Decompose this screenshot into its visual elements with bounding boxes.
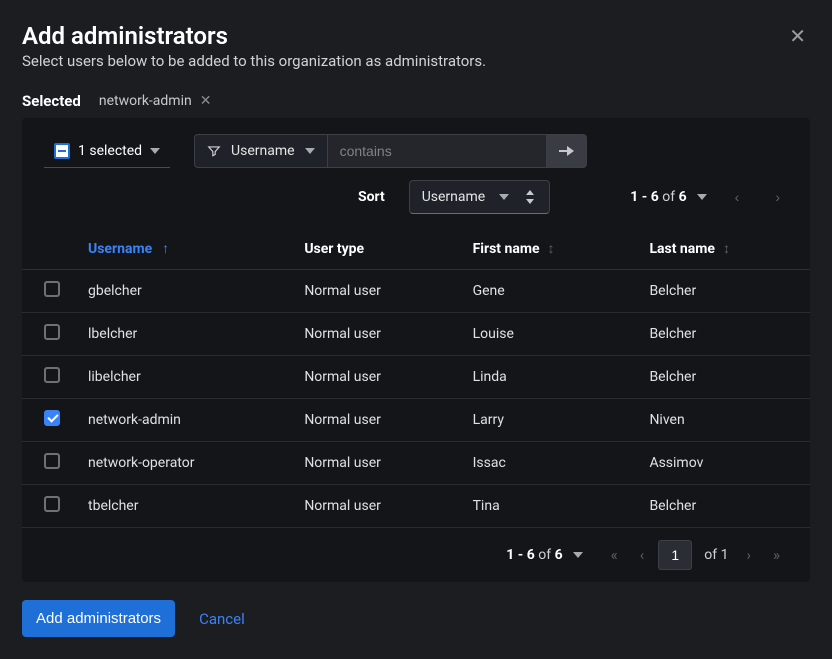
sort-asc-icon: ↑	[162, 241, 169, 257]
cell-usertype: Normal user	[290, 399, 458, 442]
table-row: libelcherNormal userLindaBelcher	[22, 356, 810, 399]
next-page-button[interactable]: ›	[767, 183, 788, 211]
column-lastname[interactable]: Last name↕	[635, 228, 810, 270]
prev-page-button[interactable]: ‹	[727, 183, 748, 211]
cancel-button[interactable]: Cancel	[199, 610, 245, 628]
add-administrators-button[interactable]: Add administrators	[22, 600, 175, 637]
prev-page-button[interactable]: ‹	[632, 542, 653, 568]
remove-chip-icon[interactable]: ✕	[200, 93, 212, 109]
row-checkbox[interactable]	[44, 324, 60, 340]
cell-usertype: Normal user	[290, 442, 458, 485]
row-checkbox[interactable]	[44, 496, 60, 512]
page-of-label: of 1	[704, 547, 728, 563]
cell-username: libelcher	[74, 356, 290, 399]
filter-value-input[interactable]	[327, 134, 547, 168]
column-usertype[interactable]: User type	[290, 228, 458, 270]
row-checkbox[interactable]	[44, 453, 60, 469]
cell-firstname: Issac	[459, 442, 636, 485]
row-checkbox[interactable]	[44, 410, 60, 426]
selection-dropdown[interactable]: 1 selected	[44, 135, 170, 168]
modal-title: Add administrators	[22, 22, 810, 50]
table-row: lbelcherNormal userLouiseBelcher	[22, 313, 810, 356]
cell-usertype: Normal user	[290, 356, 458, 399]
chevron-down-icon	[150, 148, 160, 154]
filter-icon	[207, 144, 221, 158]
table-row: gbelcherNormal userGeneBelcher	[22, 270, 810, 313]
cell-username: gbelcher	[74, 270, 290, 313]
cell-lastname: Belcher	[635, 485, 810, 528]
result-range: 1 - 6 of 6	[630, 189, 706, 205]
cell-lastname: Belcher	[635, 313, 810, 356]
cell-usertype: Normal user	[290, 485, 458, 528]
sort-icon: ↕	[723, 241, 730, 257]
cell-lastname: Belcher	[635, 270, 810, 313]
page-input[interactable]	[658, 540, 692, 570]
cell-username: lbelcher	[74, 313, 290, 356]
next-page-button[interactable]: ›	[738, 542, 759, 568]
selection-summary: 1 selected	[78, 143, 142, 159]
first-page-button[interactable]: «	[603, 542, 626, 568]
last-page-button[interactable]: »	[765, 542, 788, 568]
table-row: network-adminNormal userLarryNiven	[22, 399, 810, 442]
chevron-down-icon[interactable]	[697, 194, 707, 200]
cell-username: network-operator	[74, 442, 290, 485]
cell-username: network-admin	[74, 399, 290, 442]
column-firstname[interactable]: First name↕	[459, 228, 636, 270]
chevron-down-icon	[305, 148, 315, 154]
modal-subtitle: Select users below to be added to this o…	[22, 52, 810, 70]
row-checkbox[interactable]	[44, 281, 60, 297]
selected-chip-text: network-admin	[99, 93, 192, 109]
cell-lastname: Niven	[635, 399, 810, 442]
sort-field-dropdown[interactable]: Username	[409, 180, 551, 214]
cell-firstname: Tina	[459, 485, 636, 528]
sort-label: Sort	[358, 189, 385, 205]
chevron-down-icon[interactable]	[573, 552, 583, 558]
cell-firstname: Larry	[459, 399, 636, 442]
sort-direction-icon[interactable]	[523, 190, 537, 204]
cell-firstname: Gene	[459, 270, 636, 313]
cell-lastname: Assimov	[635, 442, 810, 485]
sort-icon: ↕	[548, 241, 555, 257]
cell-username: tbelcher	[74, 485, 290, 528]
table-row: network-operatorNormal userIssacAssimov	[22, 442, 810, 485]
selected-label: Selected	[22, 92, 81, 110]
pager-range: 1 - 6 of 6	[506, 547, 582, 563]
filter-field-label: Username	[231, 143, 295, 159]
cell-usertype: Normal user	[290, 270, 458, 313]
indeterminate-checkbox-icon	[54, 143, 70, 159]
column-username[interactable]: Username↑	[74, 228, 290, 270]
sort-field-value: Username	[422, 189, 486, 205]
row-checkbox[interactable]	[44, 367, 60, 383]
chevron-down-icon	[499, 194, 509, 200]
apply-filter-button[interactable]	[547, 134, 587, 168]
users-table: Username↑ User type First name↕ Last nam…	[22, 228, 810, 528]
cell-lastname: Belcher	[635, 356, 810, 399]
table-row: tbelcherNormal userTinaBelcher	[22, 485, 810, 528]
selected-chip: network-admin ✕	[99, 93, 212, 109]
cell-firstname: Linda	[459, 356, 636, 399]
close-icon[interactable]: ✕	[789, 26, 806, 46]
filter-field-dropdown[interactable]: Username	[194, 134, 327, 168]
table-panel: 1 selected Username Sort	[22, 118, 810, 582]
cell-usertype: Normal user	[290, 313, 458, 356]
cell-firstname: Louise	[459, 313, 636, 356]
